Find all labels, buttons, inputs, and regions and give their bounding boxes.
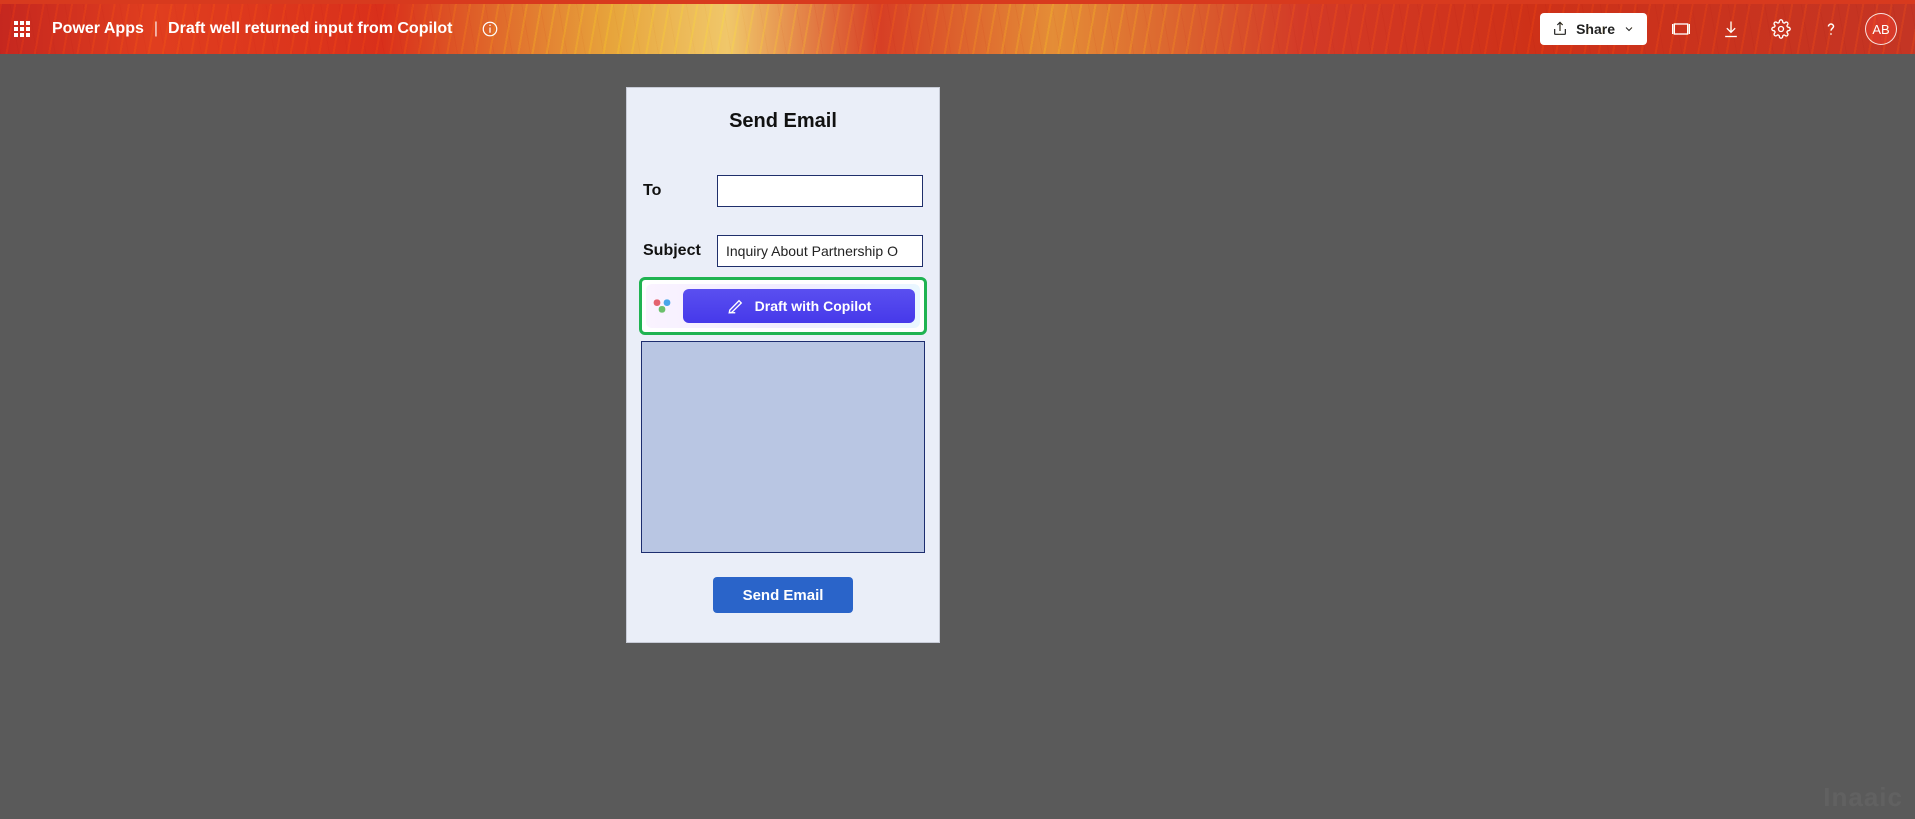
page-title: Draft well returned input from Copilot [168,20,452,38]
to-row: To [627,175,939,207]
share-label: Share [1576,21,1615,37]
watermark-text: Inaaic [1823,782,1903,813]
copilot-logo-icon [651,295,673,317]
top-bar-actions: Share AB [1540,4,1915,54]
draft-with-copilot-button[interactable]: Draft with Copilot [683,289,915,323]
top-bar: Power Apps | Draft well returned input f… [0,0,1915,54]
waffle-icon [14,21,30,37]
fit-screen-icon[interactable] [1665,13,1697,45]
info-icon[interactable] [474,13,506,45]
pen-icon [727,297,745,315]
email-body-input[interactable] [641,341,925,553]
subject-input[interactable] [717,235,923,267]
send-email-card: Send Email To Subject Draft with Copilot [626,87,940,643]
share-button[interactable]: Share [1540,13,1647,45]
copilot-container: Draft with Copilot [646,284,920,328]
send-button-label: Send Email [743,587,824,604]
card-title: Send Email [627,110,939,133]
send-email-button[interactable]: Send Email [713,577,853,613]
avatar-initials: AB [1872,22,1889,37]
copilot-button-label: Draft with Copilot [755,298,872,314]
chevron-down-icon [1623,23,1635,35]
to-label: To [643,182,717,200]
subject-label: Subject [643,242,717,260]
copilot-highlight-box: Draft with Copilot [639,277,927,335]
to-input[interactable] [717,175,923,207]
app-canvas: Send Email To Subject Draft with Copilot [0,54,1915,819]
download-icon[interactable] [1715,13,1747,45]
share-icon [1552,21,1568,37]
app-launcher[interactable] [0,4,44,54]
help-icon[interactable] [1815,13,1847,45]
subject-row: Subject [627,235,939,267]
avatar[interactable]: AB [1865,13,1897,45]
gear-icon[interactable] [1765,13,1797,45]
app-name: Power Apps [52,20,144,38]
title-separator: | [154,20,158,38]
